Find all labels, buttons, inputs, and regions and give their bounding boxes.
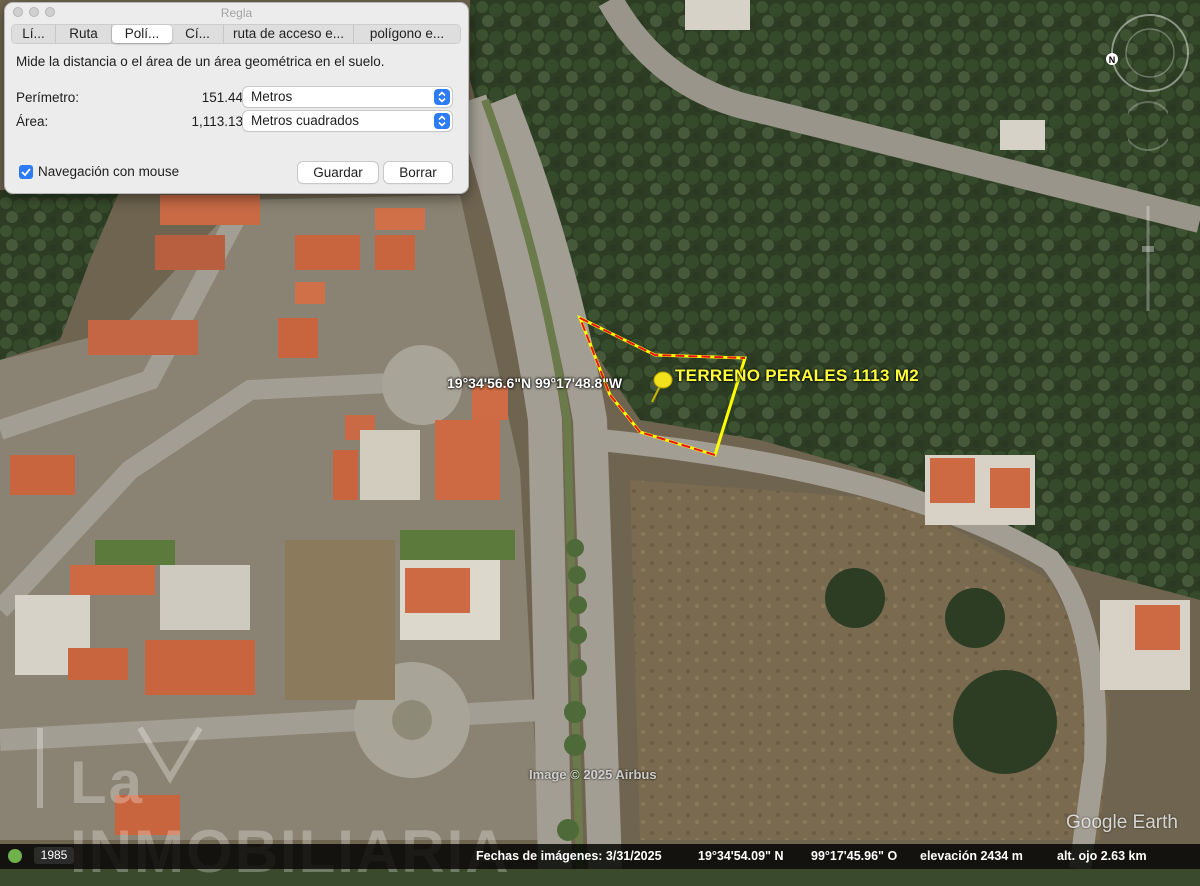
compass-icon[interactable]: N <box>1105 8 1195 98</box>
status-bar: 1985 Fechas de imágenes: 3/31/2025 19°34… <box>0 844 1200 869</box>
chevron-updown-icon <box>434 113 450 129</box>
google-earth-logo: Google Earth <box>1066 812 1178 833</box>
area-label: Área: <box>16 114 49 129</box>
tab-3d-path[interactable]: ruta de acceso e... <box>224 25 354 43</box>
chevron-updown-icon <box>434 89 450 105</box>
ruler-dialog: Regla Lí... Ruta Polí... Cí... ruta de a… <box>4 2 469 194</box>
tab-polygon[interactable]: Polí... <box>112 25 172 43</box>
zoom-slider[interactable] <box>1128 96 1168 316</box>
historical-imagery-icon[interactable] <box>8 849 22 863</box>
elevation: elevación 2434 m <box>920 849 1023 863</box>
placemark-label[interactable]: TERRENO PERALES 1113 M2 <box>675 366 919 386</box>
imagery-year[interactable]: 1985 <box>34 847 74 864</box>
area-unit: Metros cuadrados <box>251 113 360 128</box>
tab-3d-polygon[interactable]: polígono e... <box>354 25 460 43</box>
latitude: 19°34'54.09" N <box>698 849 784 863</box>
clear-button[interactable]: Borrar <box>384 162 452 183</box>
mouse-navigation-checkbox[interactable] <box>19 165 33 179</box>
coordinate-label: 19°34'56.6"N 99°17'48.8"W <box>447 375 623 391</box>
save-button[interactable]: Guardar <box>298 162 378 183</box>
perimeter-unit-select[interactable]: Metros <box>243 87 452 107</box>
mouse-navigation-label[interactable]: Navegación con mouse <box>38 164 179 179</box>
tab-line[interactable]: Lí... <box>12 25 56 43</box>
title-bar[interactable]: Regla <box>5 3 468 21</box>
ruler-description: Mide la distancia o el área de un área g… <box>16 54 385 69</box>
tab-bar: Lí... Ruta Polí... Cí... ruta de acceso … <box>11 24 461 44</box>
perimeter-unit: Metros <box>251 89 293 104</box>
perimeter-value: 151.44 <box>201 90 243 105</box>
svg-text:N: N <box>1109 55 1116 65</box>
window-title: Regla <box>220 6 253 20</box>
eye-altitude: alt. ojo 2.63 km <box>1057 849 1147 863</box>
perimeter-label: Perímetro: <box>16 90 80 105</box>
tab-path[interactable]: Ruta <box>56 25 112 43</box>
imagery-copyright: Image © 2025 Airbus <box>529 767 657 782</box>
longitude: 99°17'45.96" O <box>811 849 898 863</box>
area-unit-select[interactable]: Metros cuadrados <box>243 111 452 131</box>
watermark-logo: La INMOBILIARIA <box>30 718 530 885</box>
imagery-date: Fechas de imágenes: 3/31/2025 <box>476 849 662 863</box>
area-value: 1,113.13 <box>191 114 243 129</box>
tab-circle[interactable]: Cí... <box>172 25 224 43</box>
